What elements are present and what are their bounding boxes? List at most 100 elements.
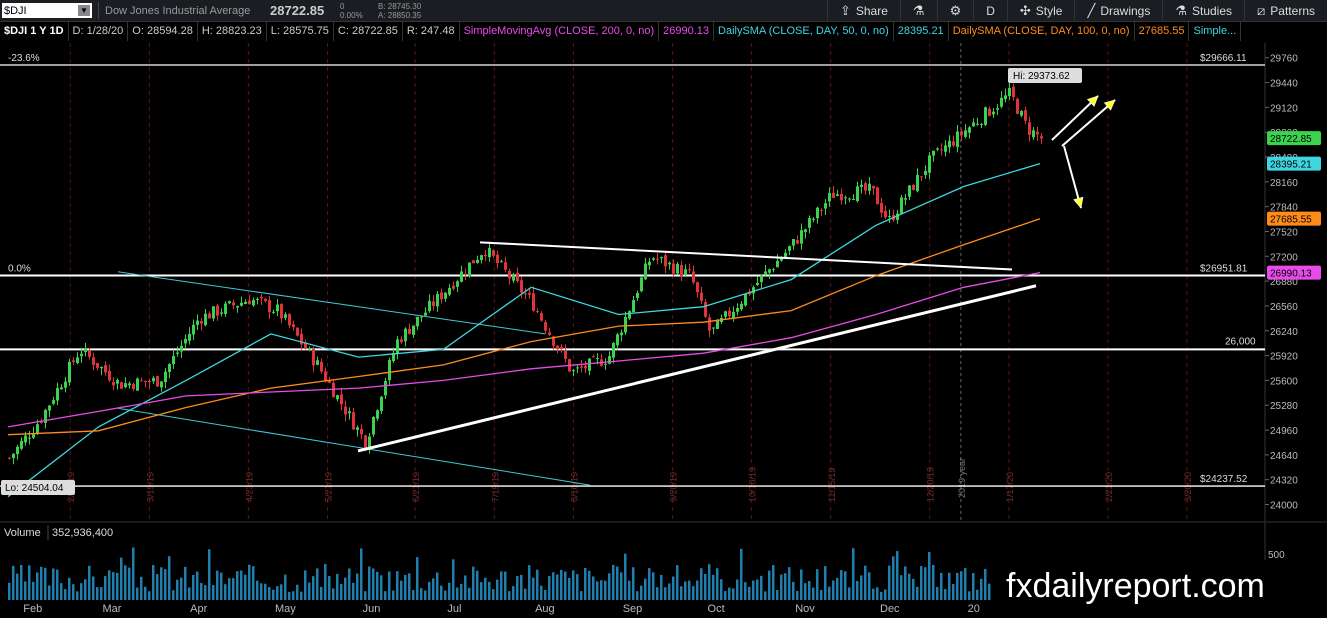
volume-bar: [648, 568, 651, 600]
volume-bar: [288, 591, 291, 600]
volume-bar: [728, 587, 731, 600]
candle-body: [872, 185, 875, 189]
candle-body: [692, 271, 695, 283]
candle-body: [640, 277, 643, 292]
candle-body: [660, 257, 663, 259]
candle-body: [664, 255, 667, 267]
candle-body: [220, 312, 223, 314]
candle-body: [628, 311, 631, 319]
volume-bar: [300, 591, 303, 600]
candle-body: [632, 300, 635, 313]
candle-body: [224, 303, 227, 314]
price-chart[interactable]: 2/19/193/19/194/23/195/21/196/21/197/19/…: [0, 0, 1327, 618]
volume-bar: [220, 572, 223, 600]
candle-body: [916, 174, 919, 192]
volume-bar: [808, 581, 811, 600]
candle-body: [20, 440, 23, 449]
week-tick-label: 2/21/20: [1104, 472, 1114, 502]
candle-body: [948, 140, 951, 148]
volume-bar: [876, 587, 879, 600]
volume-bar: [96, 587, 99, 600]
volume-bar: [696, 580, 699, 600]
watermark: fxdailyreport.com: [992, 560, 1327, 618]
candle-body: [912, 185, 915, 191]
volume-bar: [244, 574, 247, 600]
candle-body: [564, 350, 567, 360]
volume-bar: [824, 566, 827, 600]
volume-label: Volume: [4, 527, 41, 539]
candle-body: [100, 366, 103, 369]
candle-body: [712, 327, 715, 329]
week-tick-label: 1/17/20: [1005, 472, 1015, 502]
candle-body: [832, 192, 835, 198]
volume-bar: [368, 566, 371, 600]
candle-body: [420, 316, 423, 318]
candle-body: [128, 383, 131, 386]
volume-bar: [596, 581, 599, 600]
candle-body: [700, 292, 703, 301]
week-tick-label: 3/19/19: [145, 472, 155, 502]
volume-bar: [348, 568, 351, 600]
candle-body: [840, 193, 843, 201]
candle-body: [856, 186, 859, 202]
volume-bar: [540, 585, 543, 600]
volume-bar: [148, 591, 151, 600]
candle-body: [12, 453, 15, 459]
candle-body: [64, 381, 67, 388]
candle-body: [572, 370, 575, 372]
down-arrow-head: [1073, 196, 1084, 209]
volume-bar: [60, 583, 63, 600]
volume-bar: [484, 577, 487, 600]
candle-body: [736, 308, 739, 312]
volume-bar: [884, 589, 887, 600]
volume-bar: [144, 586, 147, 600]
candle-body: [548, 332, 551, 335]
x-tick-label: Sep: [623, 603, 643, 615]
volume-bar: [960, 571, 963, 600]
volume-bar: [928, 552, 931, 600]
candle-body: [528, 292, 531, 295]
volume-bar: [600, 580, 603, 600]
candle-body: [48, 405, 51, 411]
volume-bar: [296, 584, 299, 600]
volume-bar: [968, 591, 971, 600]
lo-label: Lo: 24504.04: [5, 483, 64, 494]
candle-body: [452, 285, 455, 289]
volume-bar: [400, 580, 403, 600]
candle-body: [428, 300, 431, 312]
candle-body: [996, 108, 999, 110]
candle-body: [476, 259, 479, 263]
volume-bar: [776, 590, 779, 600]
candle-body: [360, 428, 363, 435]
volume-bar: [784, 573, 787, 600]
volume-bar: [792, 581, 795, 600]
volume-bar: [324, 564, 327, 600]
volume-bar: [232, 578, 235, 600]
volume-bar: [748, 586, 751, 600]
candle-body: [784, 252, 787, 258]
candle-body: [532, 293, 535, 311]
candle-body: [860, 184, 863, 187]
volume-bar: [460, 583, 463, 600]
volume-bar: [116, 572, 119, 600]
candle-body: [1032, 130, 1035, 138]
volume-bar: [940, 572, 943, 600]
candle-body: [540, 313, 543, 321]
volume-bar: [772, 565, 775, 600]
candle-body: [972, 122, 975, 127]
volume-bar: [436, 572, 439, 600]
candle-body: [864, 183, 867, 191]
candle-body: [372, 416, 375, 435]
volume-bar: [32, 581, 35, 600]
volume-bar: [52, 568, 55, 600]
volume-bar: [8, 582, 11, 600]
candle-body: [924, 170, 927, 176]
candle-body: [468, 262, 471, 277]
y-tick-label: 29120: [1270, 103, 1298, 114]
candle-body: [812, 218, 815, 220]
candle-body: [588, 358, 591, 371]
candle-body: [964, 130, 967, 137]
volume-bar: [680, 586, 683, 600]
fib-zero-label: 0.0%: [8, 264, 31, 275]
candle-body: [884, 210, 887, 218]
